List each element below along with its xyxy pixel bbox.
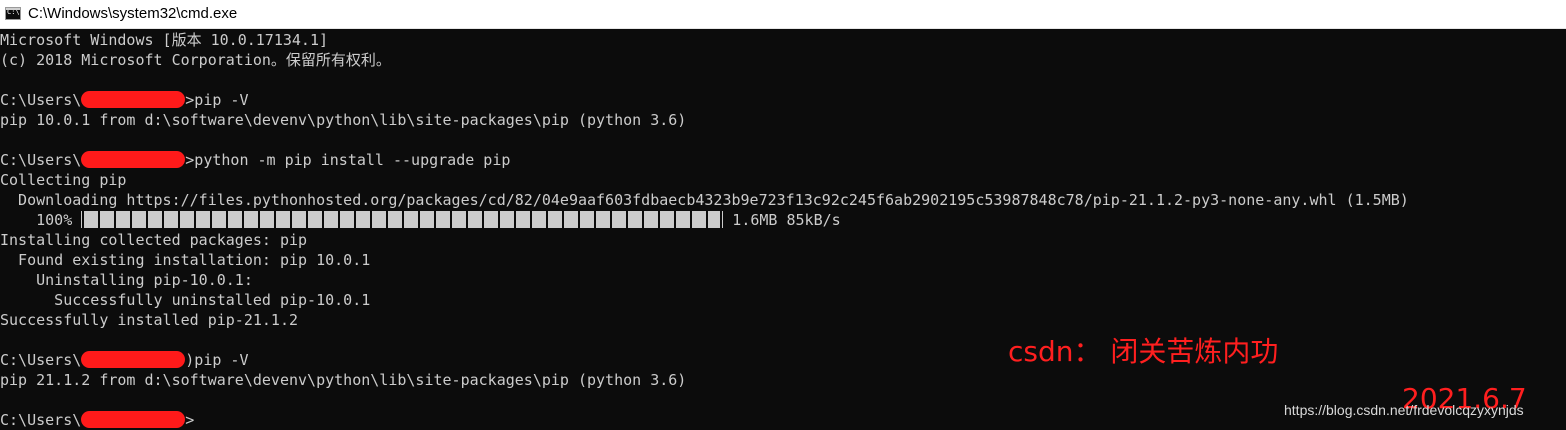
progress-bar-fill [84, 211, 721, 228]
command-text: >pip -V [185, 91, 249, 109]
cmd-app-icon[interactable]: C:\. [5, 7, 21, 20]
command-text: >python -m pip install --upgrade pip [185, 151, 511, 169]
progress-percent: 100% [0, 211, 82, 229]
prompt-line: C:\Users\ >pip -V [0, 90, 249, 110]
redacted-username [81, 91, 186, 108]
output-line: pip 10.0.1 from d:\software\devenv\pytho… [0, 111, 687, 129]
output-line: pip 21.1.2 from d:\software\devenv\pytho… [0, 371, 687, 389]
output-line: Successfully uninstalled pip-10.0.1 [0, 291, 371, 309]
prompt-prefix: C:\Users\ [0, 151, 82, 169]
console-header-line: Microsoft Windows [版本 10.0.17134.1] [0, 31, 329, 49]
console-output[interactable]: Microsoft Windows [版本 10.0.17134.1] (c) … [0, 30, 1566, 430]
title-bar[interactable]: C:\. C:\Windows\system32\cmd.exe [0, 0, 1566, 29]
redacted-username [81, 351, 186, 368]
command-text: )pip -V [185, 351, 249, 369]
window-title: C:\Windows\system32\cmd.exe [28, 5, 238, 22]
output-line: Downloading https://files.pythonhosted.o… [0, 191, 1409, 209]
output-line: Installing collected packages: pip [0, 231, 308, 249]
prompt-prefix: C:\Users\ [0, 411, 82, 429]
output-line: Successfully installed pip-21.1.2 [0, 311, 299, 329]
prompt-line: C:\Users\ > [0, 410, 194, 430]
prompt-prefix: C:\Users\ [0, 91, 82, 109]
prompt-prefix: C:\Users\ [0, 351, 82, 369]
progress-bar [81, 211, 724, 228]
output-line: Collecting pip [0, 171, 127, 189]
prompt-suffix: > [185, 411, 195, 429]
redacted-username [81, 411, 186, 428]
output-line: Found existing installation: pip 10.0.1 [0, 251, 371, 269]
output-line: Uninstalling pip-10.0.1: [0, 271, 253, 289]
console-copyright-line: (c) 2018 Microsoft Corporation。保留所有权利。 [0, 51, 391, 69]
blog-watermark: https://blog.csdn.net/frdevolcqzyxynjds [1284, 402, 1524, 418]
csdn-annotation: csdn： 闭关苦炼内功 [1008, 335, 1279, 368]
progress-stats: 1.6MB 85kB/s [723, 211, 841, 229]
prompt-line: C:\Users\ >python -m pip install --upgrad… [0, 150, 510, 170]
redacted-username [81, 151, 186, 168]
progress-line: 100% 1.6MB 85kB/s [0, 210, 841, 230]
prompt-line: C:\Users\ )pip -V [0, 350, 249, 370]
